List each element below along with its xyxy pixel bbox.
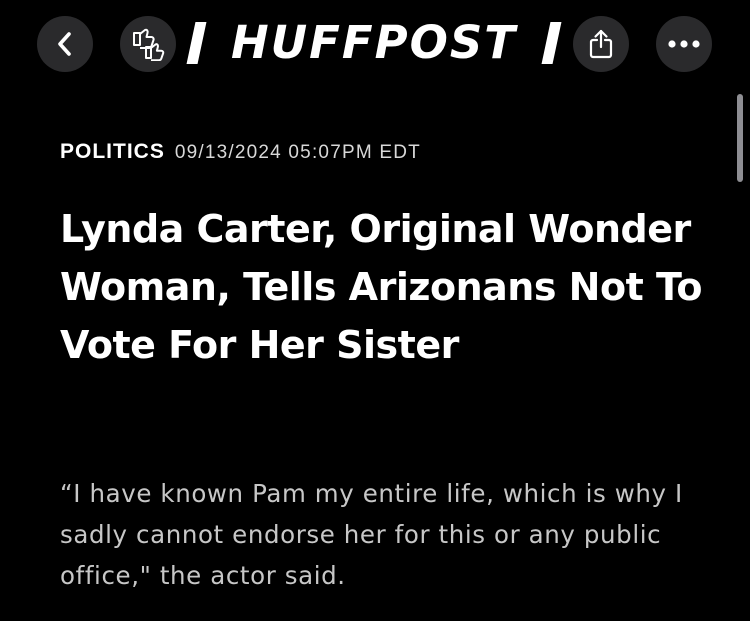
publish-timestamp: 09/13/2024 05:07PM EDT [174, 142, 421, 163]
article-headline: Lynda Carter, Original Wonder Woman, Tel… [60, 207, 702, 367]
article-meta: POLITICS 09/13/2024 05:07PM EDT [60, 140, 421, 166]
reaction-button[interactable] [120, 16, 176, 72]
logo-bar-left [186, 22, 207, 64]
back-button[interactable] [37, 16, 93, 72]
section-label[interactable]: POLITICS [60, 140, 165, 164]
article-dek: “I have known Pam my entire life, which … [60, 479, 683, 590]
share-button[interactable] [573, 16, 629, 72]
logo-text: HUFFPOST [230, 16, 518, 69]
thumbs-reaction-icon [133, 28, 165, 61]
huffpost-logo[interactable]: HUFFPOST [186, 16, 562, 69]
share-icon [589, 29, 613, 59]
top-bar: HUFFPOST [0, 0, 750, 90]
chevron-left-icon [58, 32, 71, 56]
more-options-button[interactable] [656, 16, 712, 72]
logo-bar-right [541, 22, 562, 64]
scrollbar[interactable] [737, 94, 743, 182]
ellipsis-icon [668, 40, 700, 48]
